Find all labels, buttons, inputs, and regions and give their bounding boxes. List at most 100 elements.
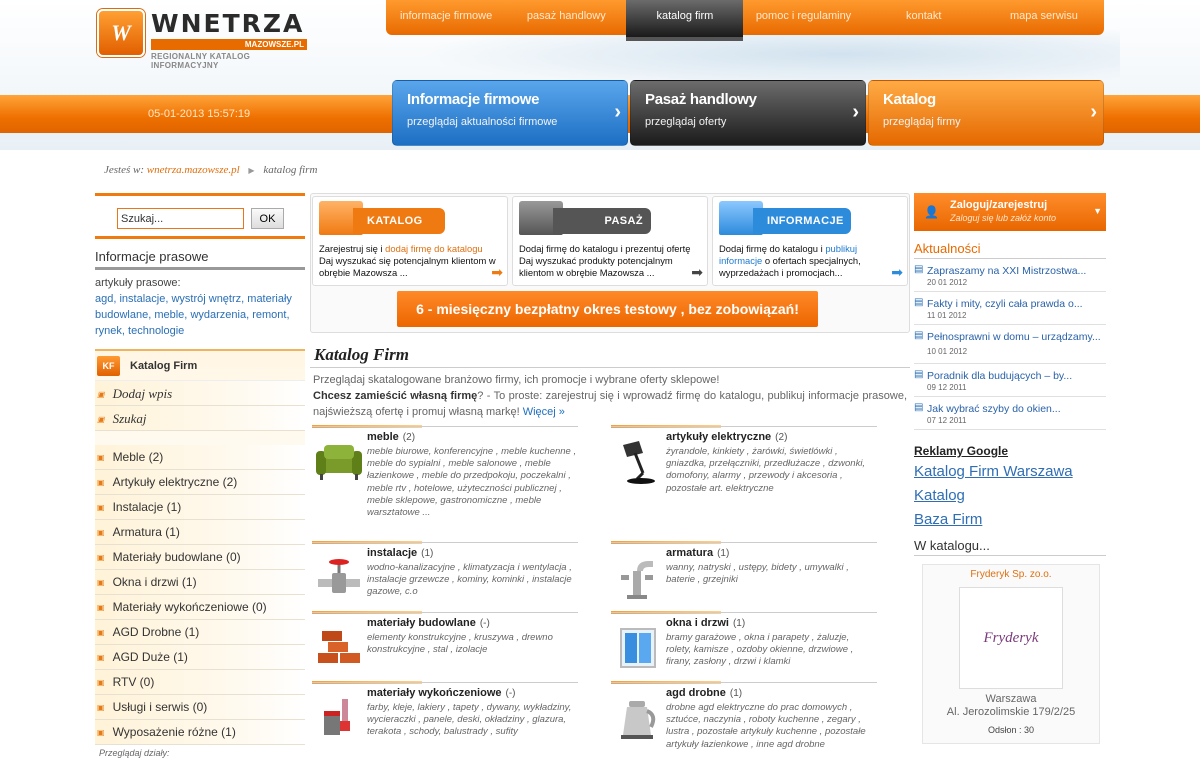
press-tag-rynek[interactable]: rynek, [95, 325, 125, 337]
press-tag-wystroj-wnetrz[interactable]: wystrój wnętrz, [171, 293, 244, 305]
catalog-category-agd-duze[interactable]: AGD Duże (1) [95, 645, 305, 670]
category-card-materialy-wykonczeniowe[interactable]: materiały wykończeniowe (-) farby, kleje,… [312, 681, 578, 737]
news-item[interactable]: Pełnosprawni w domu – urządzamy... 10 01… [914, 325, 1106, 364]
catalog-intro-line1: Przeglądaj skatalogowane branżowo firmy,… [313, 374, 720, 386]
category-card-armatura[interactable]: armatura (1) wanny, natryski , ustępy, bi… [611, 541, 877, 599]
bigtab-title: Informacje firmowe [407, 91, 540, 108]
catalog-category-okna-i-drzwi[interactable]: Okna i drzwi (1) [95, 570, 305, 595]
category-card-materialy-budowlane[interactable]: materiały budowlane (-) elementy konstruk… [312, 611, 578, 663]
category-name: materiały wykończeniowe (-) [367, 687, 516, 699]
google-ads-title: Reklamy Google [914, 444, 1009, 458]
press-tag-technologie[interactable]: technologie [128, 325, 184, 337]
chevron-right-icon: › [1090, 101, 1097, 123]
category-name: instalacje (1) [367, 547, 434, 559]
featured-firm-card[interactable]: Fryderyk Sp. zo.o. Fryderyk Warszawa Al.… [922, 564, 1100, 744]
catalog-footer-text: Przeglądaj działy: [99, 748, 170, 758]
chevron-right-icon: › [852, 101, 859, 123]
bricks-icon [318, 631, 360, 663]
window-icon [620, 628, 656, 668]
bigtab-subtitle: przeglądaj oferty [645, 116, 727, 128]
topnav-katalog-firm[interactable]: katalog firm [626, 0, 744, 41]
catalog-category-meble[interactable]: Meble (2) [95, 445, 305, 470]
google-ad-link[interactable]: Katalog [914, 485, 1106, 506]
category-name: artykuły elektryczne (2) [666, 431, 788, 443]
faucet-icon [621, 561, 653, 599]
logo-mark-icon: W [97, 9, 145, 57]
lamp-icon [623, 441, 655, 484]
logo-tagline: REGIONALNY KATALOG INFORMACYJNY [151, 52, 251, 70]
catalog-spacer [95, 431, 305, 445]
category-card-artykuly-elektryczne[interactable]: artykuły elektryczne (2) żyrandole, kinki… [611, 425, 877, 494]
bigtab-pasaz-handlowy[interactable]: Pasaż handlowy przeglądaj oferty › [630, 80, 866, 146]
press-tag-remont[interactable]: remont, [252, 309, 289, 321]
read-more-link[interactable]: Więcej » [523, 406, 565, 418]
catalog-category-instalacje[interactable]: Instalacje (1) [95, 495, 305, 520]
press-tag-wydarzenia[interactable]: wydarzenia, [190, 309, 249, 321]
breadcrumb-home-link[interactable]: wnetrza.mazowsze.pl [147, 164, 240, 176]
topnav-informacje-firmowe[interactable]: informacje firmowe [386, 0, 506, 35]
bigtab-katalog[interactable]: Katalog przeglądaj firmy › [868, 80, 1104, 146]
category-subcategories: farby, kleje, lakiery , tapety , dywany,… [367, 702, 572, 738]
free-trial-banner[interactable]: 6 - miesięczny bezpłatny okres testowy ,… [397, 291, 818, 327]
breadcrumb-current: katalog firm [263, 164, 318, 176]
promo-informacje[interactable]: INFORMACJE Dodaj firmę do katalogu i pub… [712, 196, 908, 286]
bigtab-informacje-firmowe[interactable]: Informacje firmowe przeglądaj aktualnośc… [392, 80, 628, 146]
promo-katalog[interactable]: KATALOG Zarejestruj się i dodaj firmę do… [312, 196, 508, 286]
promo-label: INFORMACJE [753, 208, 851, 234]
catalog-panel-header: KF Katalog Firm [95, 351, 305, 381]
news-date: 07 12 2011 [927, 416, 967, 425]
search-input[interactable] [117, 208, 244, 229]
catalog-action-dodaj-wpis[interactable]: Dodaj wpis [95, 381, 305, 406]
topnav-pasaz-handlowy[interactable]: pasaż handlowy [506, 0, 626, 35]
catalog-category-wyposazenie-rozne[interactable]: Wyposażenie różne (1) [95, 720, 305, 745]
catalog-category-armatura[interactable]: Armatura (1) [95, 520, 305, 545]
news-section-title: Aktualności [914, 241, 1106, 259]
left-sidebar: OK Informacje prasowe artykuły prasowe: … [95, 193, 305, 758]
press-tag-meble[interactable]: meble, [154, 309, 187, 321]
bigtab-title: Pasaż handlowy [645, 91, 757, 108]
news-item[interactable]: Fakty i mity, czyli cała prawda o... 11 … [914, 292, 1106, 325]
catalog-category-agd-drobne[interactable]: AGD Drobne (1) [95, 620, 305, 645]
news-item[interactable]: Jak wybrać szyby do okien... 07 12 2011 [914, 397, 1106, 430]
featured-firm-name: Fryderyk Sp. zo.o. [970, 569, 1052, 580]
topnav-mapa-serwisu[interactable]: mapa serwisu [984, 0, 1104, 35]
login-subtitle: Zaloguj się lub załóż konto [950, 213, 1057, 223]
login-register-button[interactable]: 👤 Zaloguj/zarejestruj Zaloguj się lub za… [914, 193, 1106, 231]
search-button[interactable]: OK [251, 208, 284, 229]
topnav-kontakt[interactable]: kontakt [864, 0, 984, 35]
google-ad-link[interactable]: Baza Firm [914, 509, 1106, 530]
catalog-title: Katalog Firm [310, 345, 910, 368]
category-card-instalacje[interactable]: instalacje (1) wodno-kanalizacyjne , klim… [312, 541, 578, 597]
site-logo[interactable]: W WNETRZA MAZOWSZE.PL REGIONALNY KATALOG… [97, 9, 312, 70]
catalog-category-artykuly-elektryczne[interactable]: Artykuły elektryczne (2) [95, 470, 305, 495]
topnav-pomoc-i-regulaminy[interactable]: pomoc i regulaminy [743, 0, 863, 35]
google-ad-link[interactable]: Katalog Firm Warszawa [914, 461, 1106, 482]
catalog-category-rtv[interactable]: RTV (0) [95, 670, 305, 695]
news-item[interactable]: Zapraszamy na XXI Mistrzostwa... 20 01 2… [914, 259, 1106, 292]
bigtab-subtitle: przeglądaj aktualności firmowe [407, 116, 558, 128]
promo-label: PASAŻ [553, 208, 651, 234]
category-subcategories: żyrandole, kinkiety , żarówki, świetlówk… [666, 446, 866, 494]
main-content: KATALOG Zarejestruj się i dodaj firmę do… [310, 193, 910, 750]
catalog-category-uslugi-i-serwis[interactable]: Usługi i serwis (0) [95, 695, 305, 720]
catalog-action-szukaj[interactable]: Szukaj [95, 406, 305, 431]
category-subcategories: bramy garażowe , okna i parapety , żaluz… [666, 632, 854, 668]
news-date: 20 01 2012 [927, 278, 968, 287]
press-tag-instalacje[interactable]: instalacje, [119, 293, 168, 305]
news-title: Poradnik dla budujących – by... [927, 370, 1073, 382]
promo-description: Dodaj firmę do katalogu i publikuj infor… [719, 243, 861, 278]
promo-pasaz[interactable]: PASAŻ Dodaj firmę do katalogu i prezentu… [512, 196, 708, 286]
press-tag-agd[interactable]: agd, [95, 293, 116, 305]
category-card-okna-i-drzwi[interactable]: okna i drzwi (1) bramy garażowe , okna i … [611, 611, 877, 668]
featured-firm-logo: Fryderyk [959, 587, 1063, 689]
promo-description: Dodaj firmę do katalogu i prezentuj ofer… [519, 243, 691, 278]
category-card-meble[interactable]: meble (2) meble biurowe, konferencyjne , … [312, 425, 578, 518]
news-item[interactable]: Poradnik dla budujących – by... 09 12 20… [914, 364, 1106, 397]
breadcrumb: Jesteś w: wnetrza.mazowsze.pl ▶ katalog … [104, 164, 317, 176]
catalog-intro: Przeglądaj skatalogowane branżowo firmy,… [310, 372, 910, 420]
press-subtitle: artykuły prasowe: [95, 277, 181, 289]
category-card-agd-drobne[interactable]: agd drobne (1) drobne agd elektryczne do … [611, 681, 877, 750]
featured-firm-city: Warszawa [985, 693, 1037, 705]
catalog-category-materialy-wykonczeniowe[interactable]: Materiały wykończeniowe (0) [95, 595, 305, 620]
catalog-category-materialy-budowlane[interactable]: Materiały budowlane (0) [95, 545, 305, 570]
